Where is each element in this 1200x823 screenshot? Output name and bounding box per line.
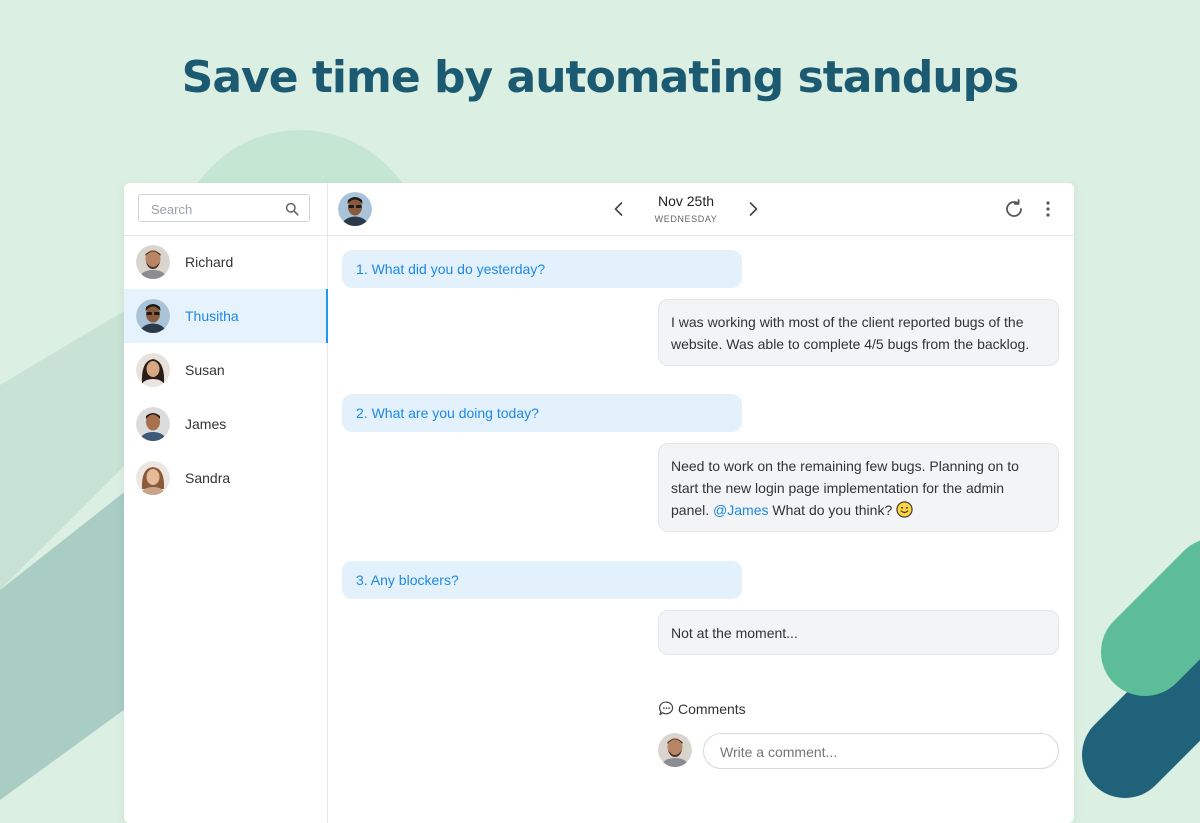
answer-3: Not at the moment... (658, 610, 1059, 655)
sidebar-item-susan[interactable]: Susan (124, 343, 327, 397)
sidebar-item-label: Susan (185, 362, 225, 378)
search-icon[interactable] (285, 202, 299, 216)
question-1: 1. What did you do yesterday? (342, 250, 742, 288)
sidebar: Richard Thusitha (124, 183, 328, 823)
more-vertical-icon[interactable] (1042, 199, 1054, 219)
sidebar-item-label: James (185, 416, 227, 432)
question-2: 2. What are you doing today? (342, 394, 742, 432)
avatar (136, 407, 170, 441)
answer-1: I was working with most of the client re… (658, 299, 1059, 366)
standup-header: Nov 25th WEDNESDAY (328, 183, 1074, 236)
comment-bubble-icon (659, 701, 674, 716)
sidebar-item-james[interactable]: James (124, 397, 327, 451)
avatar (338, 192, 372, 226)
weekday-label: WEDNESDAY (654, 214, 718, 224)
date-display: Nov 25th WEDNESDAY (636, 193, 736, 224)
standup-app-window: Richard Thusitha (124, 183, 1074, 823)
page-headline: Save time by automating standups (181, 52, 1020, 103)
user-list: Richard Thusitha Susan James Sandra (124, 235, 328, 505)
comments-header: Comments (658, 700, 746, 717)
refresh-icon[interactable] (1003, 198, 1025, 220)
sidebar-item-label: Thusitha (185, 308, 239, 324)
sidebar-item-thusitha[interactable]: Thusitha (124, 289, 328, 343)
search-input[interactable] (149, 201, 283, 218)
standup-panel: Nov 25th WEDNESDAY 1. What did you do ye… (328, 183, 1074, 823)
avatar (136, 353, 170, 387)
comment-input[interactable] (718, 743, 1042, 761)
sidebar-item-label: Sandra (185, 470, 231, 486)
avatar (136, 245, 170, 279)
avatar (136, 461, 170, 495)
date-label: Nov 25th (657, 193, 715, 209)
mention-link[interactable]: @James (713, 502, 768, 518)
comments-label: Comments (678, 700, 746, 717)
answer-text: What do you think? (772, 502, 893, 518)
question-3: 3. Any blockers? (342, 561, 742, 599)
comment-box[interactable] (703, 733, 1059, 769)
search-box[interactable] (138, 194, 310, 222)
avatar (136, 299, 170, 333)
sidebar-item-richard[interactable]: Richard (124, 235, 327, 289)
sidebar-item-sandra[interactable]: Sandra (124, 451, 327, 505)
smiley-emoji-icon (896, 501, 913, 518)
chevron-left-icon[interactable] (609, 199, 629, 219)
sidebar-item-label: Richard (185, 254, 234, 270)
avatar (658, 733, 692, 767)
answer-2: Need to work on the remaining few bugs. … (658, 443, 1059, 532)
chevron-right-icon[interactable] (743, 199, 763, 219)
